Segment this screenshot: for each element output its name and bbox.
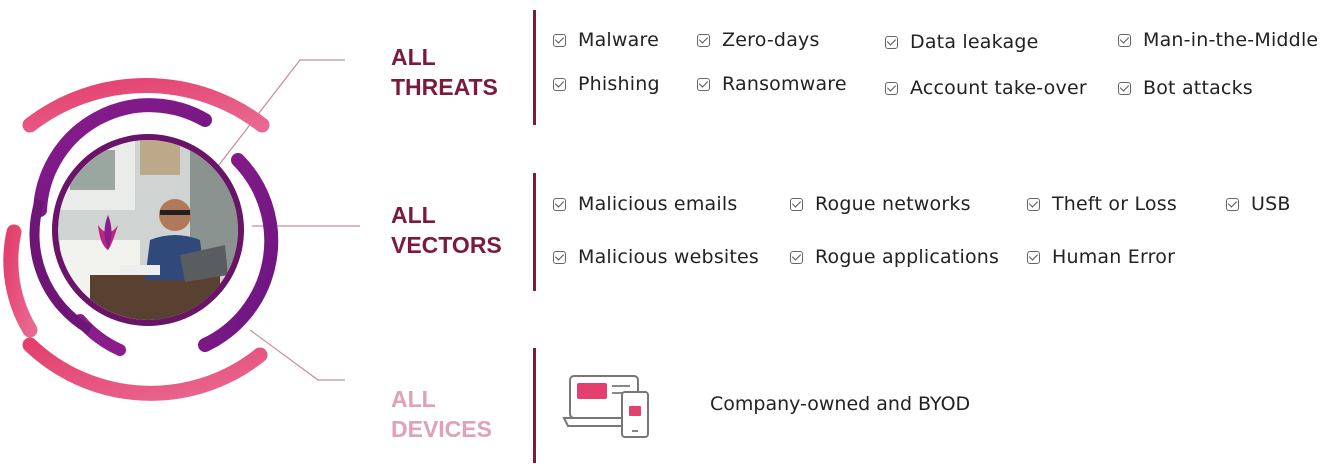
threat-item: Zero-days: [697, 29, 820, 51]
vector-label: Malicious emails: [578, 193, 738, 215]
vector-item: Malicious emails: [553, 193, 737, 215]
outer-pink-ring-bottom: [22, 337, 268, 401]
threat-item: Bot attacks: [1118, 77, 1253, 99]
threat-item: Data leakage: [885, 31, 1038, 53]
checkbox-checked-icon: [553, 77, 566, 91]
threat-label: Bot attacks: [1143, 77, 1253, 99]
checkbox-checked-icon: [553, 250, 566, 264]
outer-pink-ring-lower: [3, 224, 38, 338]
heading-devices-line1: ALL: [391, 386, 436, 412]
checkbox-checked-icon: [1118, 33, 1131, 47]
checkbox-checked-icon: [885, 81, 898, 95]
vector-item: Theft or Loss: [1027, 193, 1177, 215]
checkbox-checked-icon: [790, 197, 803, 211]
vector-item: Rogue applications: [790, 246, 999, 268]
checkbox-checked-icon: [553, 197, 566, 211]
laptop-tablet-icon: [562, 375, 649, 438]
heading-threats-line1: ALL: [391, 44, 436, 70]
threats-divider: [533, 10, 536, 125]
vector-label: Theft or Loss: [1052, 193, 1177, 215]
devices-description: Company-owned and BYOD: [710, 393, 971, 415]
threat-item: Account take-over: [885, 77, 1087, 99]
heading-vectors-line2: VECTORS: [391, 232, 502, 258]
threat-label: Account take-over: [910, 77, 1087, 99]
threat-item: Man-in-the-Middle: [1118, 29, 1318, 51]
checkbox-checked-icon: [1118, 81, 1131, 95]
threat-item: Malware: [553, 29, 659, 51]
threat-label: Zero-days: [722, 29, 820, 51]
threat-label: Malware: [578, 29, 659, 51]
threat-label: Data leakage: [910, 31, 1039, 53]
heading-devices: ALL DEVICES: [391, 384, 521, 444]
heading-devices-line2: DEVICES: [391, 416, 492, 442]
checkbox-checked-icon: [553, 33, 566, 47]
threat-item: Ransomware: [697, 73, 847, 95]
person-with-laptop-photo: [58, 140, 238, 320]
vector-label: Rogue applications: [815, 246, 1000, 268]
heading-threats-line2: THREATS: [391, 74, 498, 100]
heading-threats: ALL THREATS: [391, 42, 521, 102]
vectors-divider: [533, 173, 536, 291]
vector-label: Human Error: [1052, 246, 1176, 268]
threat-label: Ransomware: [722, 73, 847, 95]
vector-item: USB: [1226, 193, 1291, 215]
checkbox-checked-icon: [885, 35, 898, 49]
vector-label: Rogue networks: [815, 193, 971, 215]
threat-label: Phishing: [578, 73, 660, 95]
checkbox-checked-icon: [1027, 250, 1040, 264]
checkbox-checked-icon: [697, 77, 710, 91]
vector-item: Human Error: [1027, 246, 1175, 268]
heading-vectors-line1: ALL: [391, 202, 436, 228]
checkbox-checked-icon: [790, 250, 803, 264]
heading-vectors: ALL VECTORS: [391, 200, 521, 260]
vector-item: Rogue networks: [790, 193, 971, 215]
threat-item: Phishing: [553, 73, 660, 95]
vector-label: Malicious websites: [578, 246, 760, 268]
checkbox-checked-icon: [1226, 197, 1239, 211]
vector-label: USB: [1251, 193, 1291, 215]
checkbox-checked-icon: [697, 33, 710, 47]
devices-divider: [533, 348, 536, 463]
checkbox-checked-icon: [1027, 197, 1040, 211]
threat-label: Man-in-the-Middle: [1143, 29, 1319, 51]
vector-item: Malicious websites: [553, 246, 759, 268]
